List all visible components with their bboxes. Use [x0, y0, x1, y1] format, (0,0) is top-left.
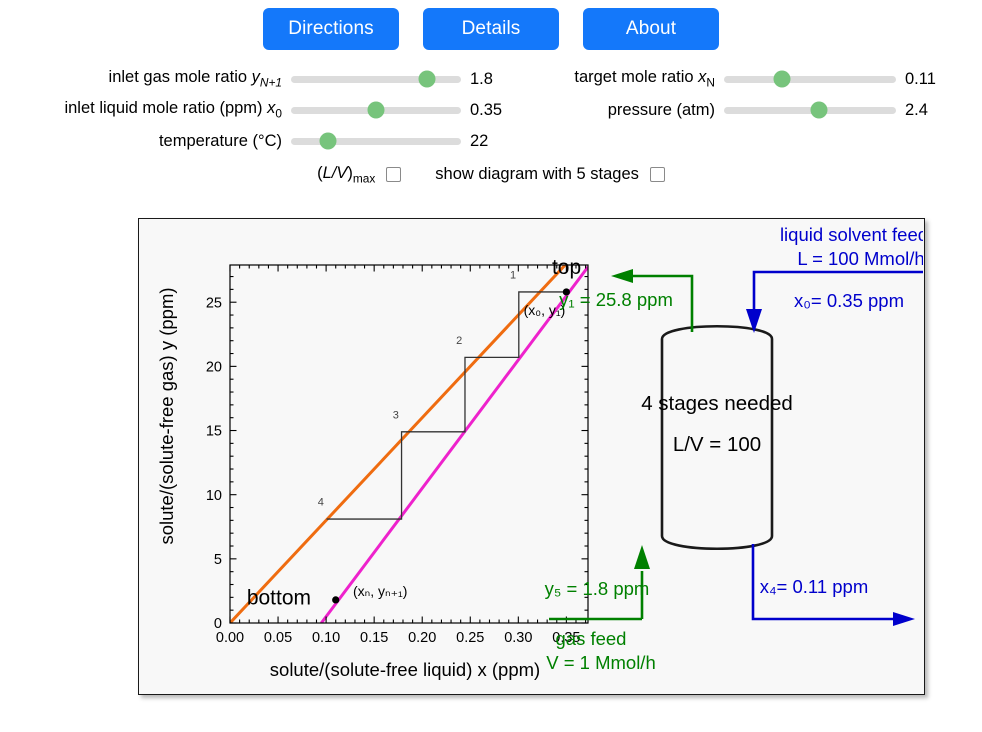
plot-frame — [229, 264, 589, 624]
stage-staircase — [326, 291, 567, 520]
slider-thumb-target-mole-ratio[interactable] — [773, 70, 791, 88]
slider-track-temperature[interactable] — [291, 132, 461, 150]
show-diagram-5-stages-label: show diagram with 5 stages — [435, 165, 639, 184]
bottom-point-label: (xₙ, yₙ₊₁) — [353, 583, 407, 599]
slider-row-pressure: pressure (atm) 2.4 — [525, 97, 965, 123]
slider-thumb-inlet-liquid-mole-ratio[interactable] — [367, 101, 385, 119]
liquid-feed-comp: x₀= 0.35 ppm — [794, 290, 904, 311]
x-tick-label: 0.05 — [264, 630, 292, 646]
slider-label-inlet-gas-mole-ratio: inlet gas mole ratio yN+1 — [108, 68, 282, 90]
stage-number-3: 3 — [393, 409, 399, 421]
checkbox-row: (L/V)max show diagram with 5 stages — [0, 164, 982, 185]
y-tick-label: 20 — [206, 360, 222, 376]
slider-track-inlet-liquid-mole-ratio[interactable] — [291, 101, 461, 119]
lv-max-label: (L/V)max — [317, 164, 376, 186]
slider-value-pressure: 2.4 — [905, 100, 928, 119]
slider-value-inlet-liquid-mole-ratio: 0.35 — [470, 100, 503, 119]
bottom-annotation: bottom — [247, 586, 311, 609]
gas-feed-title: gas feed — [556, 628, 627, 649]
slider-track-pressure[interactable] — [724, 101, 896, 119]
flowsheet: 4 stages needed L/V = 100 y₁ = 25.8 ppm … — [545, 224, 923, 673]
x-axis-label: solute/(solute-free liquid) x (ppm) — [270, 659, 540, 680]
toolbar: Directions Details About — [0, 8, 982, 50]
slider-label-target-mole-ratio: target mole ratio xN — [574, 68, 715, 90]
slider-label-temperature: temperature (°C) — [158, 131, 282, 150]
liquid-feed-title: liquid solvent feed — [780, 224, 923, 245]
y-axis-label: solute/(solute-free gas) y (ppm) — [156, 287, 177, 544]
y-tick-label: 25 — [206, 295, 222, 311]
slider-track-inlet-gas-mole-ratio[interactable] — [291, 70, 461, 88]
y-tick-label: 0 — [214, 616, 222, 632]
app-root: Directions Details About inlet gas mole … — [0, 0, 982, 732]
slider-label-pressure: pressure (atm) — [607, 100, 715, 119]
vessel-ratio-text: L/V = 100 — [673, 433, 761, 456]
operating-line — [320, 266, 588, 623]
x-tick-label: 0.30 — [504, 630, 532, 646]
liquid-out-label: x₄= 0.11 ppm — [760, 576, 869, 597]
slider-value-target-mole-ratio: 0.11 — [905, 69, 936, 88]
series-group — [230, 265, 588, 623]
x-tick-label: 0.10 — [312, 630, 340, 646]
y-tick-label: 5 — [214, 552, 222, 568]
absorber-figure: solute/(solute-free gas) y (ppm) solute/… — [156, 224, 923, 680]
slider-label-inlet-liquid-mole-ratio: inlet liquid mole ratio (ppm) x0 — [64, 99, 282, 121]
slider-thumb-temperature[interactable] — [319, 132, 337, 150]
show-diagram-5-stages-checkbox[interactable] — [649, 167, 665, 183]
x-tick-label: 0.00 — [216, 630, 244, 646]
gas-in-label: y₅ = 1.8 ppm — [545, 578, 650, 599]
slider-value-temperature: 22 — [470, 131, 489, 150]
bottom-point-marker — [332, 596, 340, 604]
y-tick-label: 10 — [206, 488, 222, 504]
details-button[interactable]: Details — [423, 8, 559, 50]
slider-row-inlet-gas-mole-ratio: inlet gas mole ratio yN+1 1.8 — [60, 66, 520, 92]
vessel-stages-text: 4 stages needed — [641, 392, 793, 415]
slider-value-inlet-gas-mole-ratio: 1.8 — [470, 69, 493, 88]
x-tick-label: 0.25 — [456, 630, 484, 646]
y-tick-label: 15 — [206, 424, 222, 440]
slider-thumb-inlet-gas-mole-ratio[interactable] — [418, 70, 436, 88]
stage-number-2: 2 — [456, 335, 462, 347]
slider-track-target-mole-ratio[interactable] — [724, 70, 896, 88]
gas-out-label: y₁ = 25.8 ppm — [559, 289, 673, 310]
slider-row-inlet-liquid-mole-ratio: inlet liquid mole ratio (ppm) x0 0.35 — [10, 97, 520, 123]
stage-number-4: 4 — [318, 497, 324, 509]
lv-max-checkbox[interactable] — [386, 167, 402, 183]
slider-row-target-mole-ratio: target mole ratio xN 0.11 — [525, 66, 965, 92]
stage-number-1: 1 — [510, 269, 516, 281]
gas-feed-rate: V = 1 Mmol/h — [546, 652, 656, 673]
liquid-feed-rate: L = 100 Mmol/h — [797, 248, 923, 269]
x-tick-label: 0.20 — [408, 630, 436, 646]
directions-button[interactable]: Directions — [263, 8, 399, 50]
slider-thumb-pressure[interactable] — [810, 101, 828, 119]
about-button[interactable]: About — [583, 8, 719, 50]
slider-row-temperature: temperature (°C) 22 — [60, 128, 520, 154]
plot-area: 1234topbottom(x₀, y₁)(xₙ, yₙ₊₁)0.00 0.05 0… — [206, 256, 589, 646]
x-tick-label: 0.15 — [360, 630, 388, 646]
graphics-panel: solute/(solute-free gas) y (ppm) solute/… — [138, 218, 925, 695]
